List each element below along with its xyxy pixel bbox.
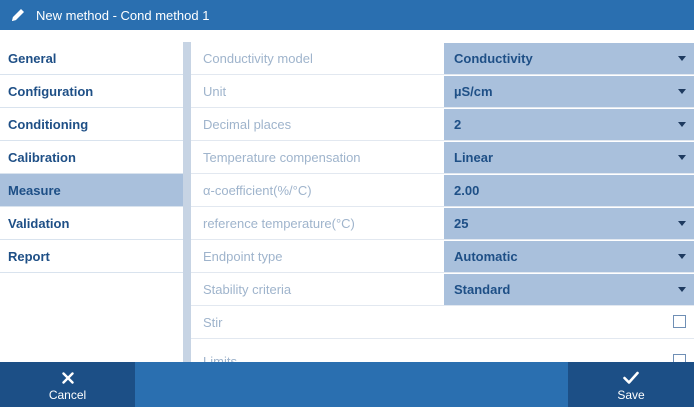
content-top-spacer (183, 30, 694, 42)
pencil-icon (0, 0, 36, 30)
stability-criteria-dropdown[interactable]: Standard (444, 274, 694, 305)
sidebar-item-label: Configuration (8, 83, 94, 99)
sidebar-item-calibration[interactable]: Calibration (0, 141, 183, 174)
setting-row-reference-temperature: reference temperature(°C) 25 (191, 207, 694, 240)
setting-row-unit: Unit µS/cm (191, 75, 694, 108)
setting-row-conductivity-model: Conductivity model Conductivity (191, 42, 694, 75)
dropdown-value: 2 (454, 117, 462, 132)
sidebar-item-report[interactable]: Report (0, 240, 183, 273)
stir-checkbox[interactable] (673, 315, 686, 328)
sidebar-item-label: Report (8, 248, 50, 264)
conductivity-model-dropdown[interactable]: Conductivity (444, 43, 694, 74)
sidebar-divider (183, 42, 191, 362)
limits-checkbox[interactable] (673, 354, 686, 362)
input-value: 2.00 (454, 183, 480, 198)
dropdown-caret-icon (678, 122, 686, 127)
setting-label: reference temperature(°C) (203, 216, 355, 231)
alpha-coefficient-input[interactable]: 2.00 (444, 175, 694, 206)
setting-label: Stir (203, 315, 223, 330)
dropdown-value: Automatic (454, 249, 518, 264)
dropdown-value: µS/cm (454, 84, 493, 99)
reference-temperature-dropdown[interactable]: 25 (444, 208, 694, 239)
dropdown-caret-icon (678, 221, 686, 226)
sidebar-item-measure[interactable]: Measure (0, 174, 183, 207)
sidebar: General Configuration Conditioning Calib… (0, 42, 183, 362)
dropdown-value: Standard (454, 282, 511, 297)
dropdown-value: Linear (454, 150, 494, 165)
dropdown-caret-icon (678, 89, 686, 94)
sidebar-item-label: General (8, 50, 57, 66)
save-button[interactable]: Save (568, 362, 694, 407)
setting-label: Endpoint type (203, 249, 283, 264)
setting-label: Decimal places (203, 117, 292, 132)
sidebar-item-conditioning[interactable]: Conditioning (0, 108, 183, 141)
sidebar-item-label: Conditioning (8, 116, 89, 132)
temperature-compensation-dropdown[interactable]: Linear (444, 142, 694, 173)
checkmark-icon (623, 368, 639, 388)
title-bar: New method - Cond method 1 (0, 0, 694, 30)
sidebar-item-configuration[interactable]: Configuration (0, 75, 183, 108)
close-icon (61, 368, 74, 388)
dropdown-caret-icon (678, 56, 686, 61)
setting-label: Unit (203, 84, 227, 99)
setting-label: Limits (203, 354, 237, 362)
dropdown-caret-icon (678, 254, 686, 259)
sidebar-item-label: Calibration (8, 149, 76, 165)
dropdown-value: 25 (454, 216, 469, 231)
dropdown-value: Conductivity (454, 51, 533, 66)
setting-row-stir[interactable]: Stir (191, 306, 694, 339)
cancel-label: Cancel (48, 387, 87, 402)
endpoint-type-dropdown[interactable]: Automatic (444, 241, 694, 272)
setting-row-limits[interactable]: Limits (191, 345, 694, 362)
setting-row-temperature-compensation: Temperature compensation Linear (191, 141, 694, 174)
unit-dropdown[interactable]: µS/cm (444, 76, 694, 107)
sidebar-item-validation[interactable]: Validation (0, 207, 183, 240)
window-title: New method - Cond method 1 (36, 7, 210, 23)
setting-label: α-coefficient(%/°C) (203, 183, 312, 198)
setting-row-decimal-places: Decimal places 2 (191, 108, 694, 141)
setting-row-endpoint-type: Endpoint type Automatic (191, 240, 694, 273)
settings-panel: Conductivity model Conductivity Unit µS/… (191, 42, 694, 362)
setting-label: Temperature compensation (203, 150, 361, 165)
bottom-bar: Cancel Save (0, 362, 694, 407)
setting-row-stability-criteria: Stability criteria Standard (191, 273, 694, 306)
dropdown-caret-icon (678, 155, 686, 160)
sidebar-item-label: Validation (8, 215, 70, 231)
setting-label: Stability criteria (203, 282, 292, 297)
setting-row-alpha-coefficient: α-coefficient(%/°C) 2.00 (191, 174, 694, 207)
decimal-places-dropdown[interactable]: 2 (444, 109, 694, 140)
sidebar-item-general[interactable]: General (0, 42, 183, 75)
sidebar-item-label: Measure (8, 182, 61, 198)
cancel-button[interactable]: Cancel (0, 362, 135, 407)
setting-label: Conductivity model (203, 51, 313, 66)
dropdown-caret-icon (678, 287, 686, 292)
save-label: Save (617, 387, 645, 402)
